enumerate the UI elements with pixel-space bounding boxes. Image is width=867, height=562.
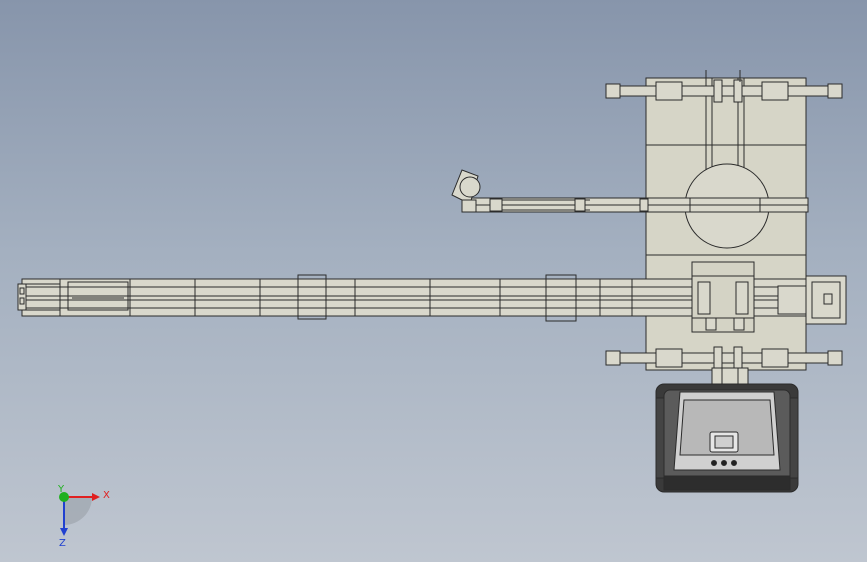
operator-cab xyxy=(655,383,799,493)
upper-jib xyxy=(469,197,809,213)
cab-neck xyxy=(711,367,749,385)
x-arrow-head xyxy=(92,493,100,501)
turret xyxy=(691,261,755,333)
crane-assembly xyxy=(17,70,847,493)
jib-head xyxy=(451,169,481,213)
coordinate-triad: X Y Z xyxy=(57,484,110,549)
z-axis-label: Z xyxy=(59,538,66,549)
boom-tip xyxy=(17,283,27,311)
z-arrow-head xyxy=(60,528,68,536)
triad-plane-shadow xyxy=(64,497,92,525)
cad-viewport[interactable]: X Y Z xyxy=(0,0,867,562)
y-axis-label: Y xyxy=(57,484,65,495)
x-axis-label: X xyxy=(103,490,110,501)
